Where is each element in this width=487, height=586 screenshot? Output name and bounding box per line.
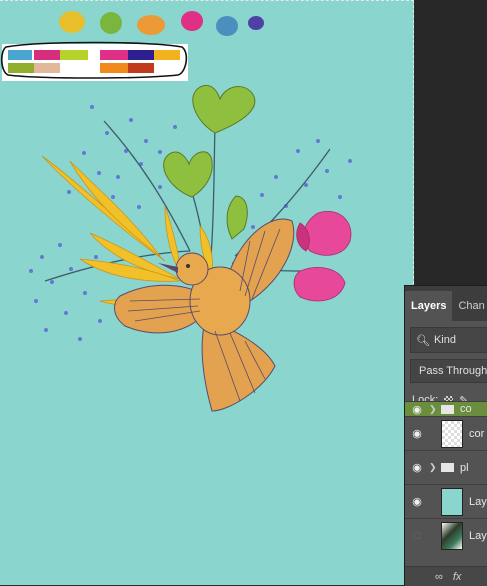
artwork [0, 11, 352, 412]
link-layers-icon[interactable]: ∞ [435, 571, 443, 583]
visibility-toggle[interactable]: □ [405, 530, 429, 542]
purple-blob [248, 16, 264, 30]
color-blobs [59, 11, 264, 36]
panel-tabs: Layers Chan [405, 286, 487, 321]
chevron-right-icon[interactable]: ❯ [429, 404, 439, 415]
leaf [226, 195, 248, 240]
layers-list: ◉ ❯ co ◉ cor ◉ ❯ pl ◉ Lay □ Lay [405, 401, 487, 552]
search-icon: 🔍︎ [416, 334, 430, 347]
tab-layers[interactable]: Layers [405, 291, 453, 321]
fx-button[interactable]: fx [453, 571, 462, 583]
layer-name: cor [469, 427, 485, 440]
layers-footer: ∞ fx [405, 566, 487, 586]
filter-kind-label: Kind [433, 334, 456, 346]
blend-mode-select[interactable]: Pass Through [410, 359, 487, 383]
layer-name: Lay [469, 529, 487, 542]
layer-row[interactable]: ◉ cor [405, 416, 487, 450]
eye-icon[interactable]: ◉ [405, 427, 429, 440]
layer-thumbnail [441, 419, 463, 448]
layer-name: Lay [469, 495, 487, 508]
pink-blob [181, 11, 203, 31]
folder-icon [441, 463, 454, 472]
folder-icon [441, 404, 454, 414]
layer-thumbnail [441, 487, 463, 516]
layer-row-group-selected[interactable]: ◉ ❯ co [405, 401, 487, 416]
layer-name: pl [460, 461, 469, 474]
layer-thumbnail [441, 521, 463, 550]
heart-leaf [163, 151, 213, 198]
orange-blob [137, 15, 165, 35]
swatch-card [0, 41, 188, 81]
tab-channels[interactable]: Chan [452, 291, 487, 321]
eye-icon[interactable]: ◉ [405, 461, 429, 474]
document-canvas[interactable] [0, 0, 414, 585]
layer-row-group[interactable]: ◉ ❯ pl [405, 450, 487, 484]
pink-flowers [293, 211, 352, 302]
layer-row-hidden[interactable]: □ Lay [405, 518, 487, 552]
blue-blob [216, 16, 238, 36]
layer-row[interactable]: ◉ Lay [405, 484, 487, 518]
yellow-blob [59, 11, 85, 33]
layer-filter[interactable]: 🔍︎ Kind [410, 327, 487, 353]
chevron-right-icon[interactable]: ❯ [429, 462, 439, 473]
heart-leaf [192, 85, 256, 134]
layers-panel: Layers Chan 🔍︎ Kind Pass Through Lock: ✎… [404, 285, 487, 586]
layer-name: co [460, 403, 472, 415]
green-blob [100, 12, 122, 34]
eye-icon[interactable]: ◉ [405, 495, 429, 508]
eye-icon[interactable]: ◉ [405, 403, 429, 416]
